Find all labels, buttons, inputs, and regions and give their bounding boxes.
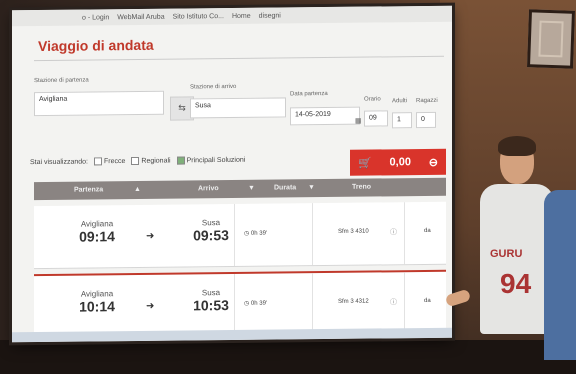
cart-total-box[interactable]: 🛒 0,00 ⊖ <box>350 148 446 176</box>
boy-hair <box>498 136 536 156</box>
adults-select[interactable]: 1 <box>392 112 412 129</box>
sort-departure-icon[interactable]: ▲ <box>134 186 141 193</box>
row-duration: ◷ 0h 39' <box>244 300 268 307</box>
row-arrival-time: 09:53 <box>193 227 229 244</box>
row-duration: ◷ 0h 39' <box>244 230 268 237</box>
header-train: Treno <box>352 183 372 191</box>
adults-label: Adulti <box>392 98 408 105</box>
column-divider <box>312 273 313 336</box>
time-select[interactable]: 09 <box>364 110 388 127</box>
student-partial <box>544 190 576 360</box>
kids-label: Ragazzi <box>416 97 438 105</box>
bookmark-istituto[interactable]: Sito Istituto Co... <box>173 13 224 21</box>
date-input[interactable]: 14-05-2019 <box>290 106 360 126</box>
shirt-number: 94 <box>500 268 532 299</box>
filters-label: Stai visualizzando: <box>30 158 88 166</box>
header-duration[interactable]: Durata <box>274 184 296 191</box>
filter-regionali[interactable]: Regionali <box>131 156 171 166</box>
column-divider <box>404 272 405 335</box>
floor-shadow <box>0 340 576 374</box>
bookmark-home[interactable]: Home <box>232 12 251 19</box>
filter-frecce[interactable]: Frecce <box>93 157 125 166</box>
row-train[interactable]: Sfm 3 4312 <box>338 299 369 305</box>
wall-picture-frame <box>527 9 575 69</box>
kids-select[interactable]: 0 <box>416 111 436 129</box>
projected-browser-screen: o - Login WebMail Aruba Sito Istituto Co… <box>12 5 452 343</box>
sort-arrival-icon[interactable]: ▼ <box>248 185 255 192</box>
frame-inner <box>538 20 564 58</box>
clock-icon: ◷ <box>244 300 251 307</box>
time-label: Orario <box>364 96 381 103</box>
cart-total: 0,00 <box>389 156 411 169</box>
bookmark-disegni[interactable]: disegni <box>259 12 281 19</box>
shirt-text: GURU <box>490 248 523 260</box>
column-divider <box>404 202 405 265</box>
arrow-right-icon: ➜ <box>146 230 155 242</box>
arrival-station-input[interactable]: Susa <box>190 97 286 119</box>
table-row[interactable]: Avigliana 09:14 ➜ Susa 09:53 ◷ 0h 39' Sf… <box>34 201 446 270</box>
departure-station-input[interactable]: Avigliana <box>34 90 164 117</box>
bookmark-login[interactable]: o - Login <box>82 14 109 21</box>
results-table-header: Partenza ▲ Arrivo ▼ Durata ▼ Treno <box>34 177 446 201</box>
row-departure-time: 09:14 <box>79 228 115 245</box>
clear-cart-icon[interactable]: ⊖ <box>429 155 438 168</box>
info-icon[interactable]: ⓘ <box>390 297 397 307</box>
title-divider <box>34 55 444 62</box>
filters-bar: Stai visualizzando: Frecce Regionali Pri… <box>30 156 245 166</box>
arrival-label: Stazione di arrivo <box>190 83 237 91</box>
column-divider <box>312 203 313 266</box>
checkbox-checked-icon[interactable] <box>176 156 185 165</box>
row-note: da <box>424 227 431 234</box>
info-icon[interactable]: ⓘ <box>390 227 397 237</box>
boy-shirt: GURU 94 <box>480 184 554 334</box>
column-divider <box>234 273 235 336</box>
sort-duration-icon[interactable]: ▼ <box>308 184 315 191</box>
row-train[interactable]: Sfm 3 4310 <box>338 229 369 235</box>
clock-icon: ◷ <box>244 230 251 237</box>
departure-label: Stazione di partenza <box>34 77 89 85</box>
bookmarks-bar: o - Login WebMail Aruba Sito Istituto Co… <box>12 5 452 27</box>
header-arrival[interactable]: Arrivo <box>198 185 219 192</box>
bookmark-webmail[interactable]: WebMail Aruba <box>117 13 164 20</box>
page-title: Viaggio di andata <box>38 36 154 55</box>
filter-principali[interactable]: Principali Soluzioni <box>176 156 245 165</box>
checkbox-icon[interactable] <box>131 156 140 166</box>
checkbox-icon[interactable] <box>93 157 102 166</box>
row-departure-time: 10:14 <box>79 298 115 315</box>
cart-icon: 🛒 <box>358 157 372 170</box>
row-note: da <box>424 297 431 304</box>
header-departure[interactable]: Partenza <box>74 186 103 193</box>
arrow-right-icon: ➜ <box>146 300 155 312</box>
column-divider <box>234 203 235 266</box>
row-arrival-time: 10:53 <box>193 297 229 314</box>
calendar-icon[interactable]: ▦ <box>355 117 362 125</box>
date-label: Data partenza <box>290 90 328 98</box>
